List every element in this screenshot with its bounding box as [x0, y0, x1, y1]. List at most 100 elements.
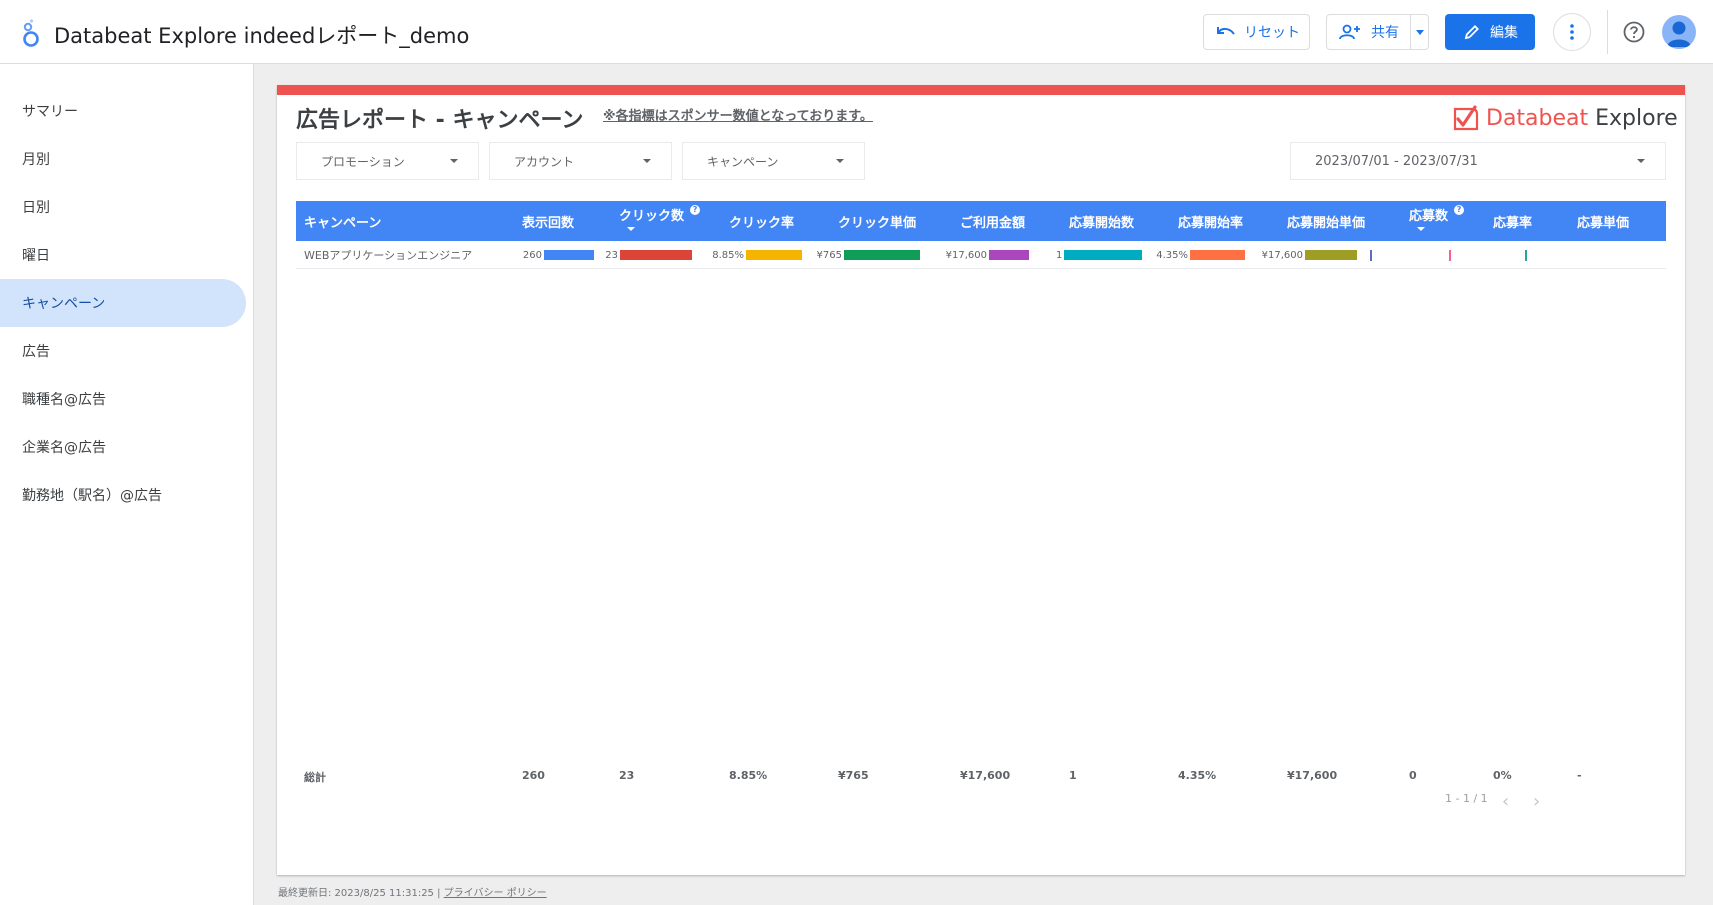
apply-rate-bar — [1449, 250, 1451, 261]
cell-value: 260 — [522, 249, 542, 261]
total-applications: 0 — [1409, 769, 1417, 782]
apply-starts-bar — [1064, 250, 1142, 260]
total-cost: ¥17,600 — [960, 769, 1011, 782]
top-bar: Databeat Explore indeedレポート_demo リセット 共有… — [0, 0, 1713, 64]
column-header-label: 表示回数 — [522, 215, 575, 231]
column-header-label: 応募数 — [1409, 209, 1449, 224]
header-divider — [1607, 10, 1608, 54]
nav-item-company-ad[interactable]: 企業名@広告 — [0, 423, 246, 471]
sort-desc-icon — [1417, 227, 1425, 231]
nav-item-label: サマリー — [22, 104, 78, 120]
cpc-cell: ¥765 — [816, 241, 920, 269]
help-icon[interactable] — [1623, 21, 1645, 43]
account-filter-label: アカウント — [514, 154, 575, 169]
total-apply-cpa: - — [1577, 769, 1582, 782]
cpc-bar — [844, 250, 920, 260]
brand-name-part2: Explore — [1595, 105, 1678, 131]
column-header-cost[interactable]: ご利用金額 — [960, 201, 1025, 241]
edit-button[interactable]: 編集 — [1445, 14, 1535, 50]
campaign-name: WEBアプリケーションエンジニア — [304, 249, 473, 262]
column-header-label: キャンペーン — [304, 215, 382, 231]
page-navigation: サマリー 月別 日別 曜日 キャンペーン 広告 職種名@広告 企業名@広告 勤務… — [0, 64, 254, 905]
more-options-button[interactable] — [1553, 13, 1591, 51]
nav-item-ad[interactable]: 広告 — [0, 327, 246, 375]
brand-logo: Databeat Explore — [1452, 103, 1678, 133]
reset-button[interactable]: リセット — [1203, 14, 1310, 50]
column-header-label: 応募単価 — [1577, 215, 1630, 231]
caret-down-icon — [450, 159, 458, 163]
table-header: キャンペーン 表示回数 クリック数? クリック率 クリック単価 ご利用金額 応募… — [296, 201, 1666, 241]
cell-value: ¥17,600 — [1261, 249, 1303, 261]
share-dropdown-button[interactable] — [1410, 14, 1429, 50]
column-header-label: 応募開始単価 — [1287, 215, 1366, 231]
totals-label: 総計 — [304, 771, 326, 784]
brand-name-part1: Databeat — [1486, 105, 1589, 131]
looker-studio-logo-icon[interactable] — [20, 18, 42, 48]
nav-item-monthly[interactable]: 月別 — [0, 135, 246, 183]
account-filter[interactable]: アカウント — [489, 142, 672, 180]
total-cpc: ¥765 — [838, 769, 869, 782]
column-header-applications[interactable]: 応募数? — [1409, 201, 1465, 241]
column-header-apply-starts[interactable]: 応募開始数 — [1069, 201, 1134, 241]
nav-item-campaign[interactable]: キャンペーン — [0, 279, 246, 327]
clicks-cell: 23 — [601, 241, 692, 269]
date-range-picker[interactable]: 2023/07/01 - 2023/07/31 — [1290, 142, 1666, 180]
column-header-apply-start-rate[interactable]: 応募開始率 — [1178, 201, 1243, 241]
nav-item-location-ad[interactable]: 勤務地（駅名）@広告 — [0, 471, 246, 519]
info-icon[interactable]: ? — [690, 205, 701, 215]
column-header-apply-rate[interactable]: 応募率 — [1493, 201, 1532, 241]
nav-item-label: 月別 — [22, 152, 50, 168]
apply-start-cpa-cell: ¥17,600 — [1256, 241, 1357, 269]
cell-value: 8.85% — [712, 249, 744, 261]
column-header-clicks[interactable]: クリック数? — [619, 201, 701, 241]
more-vert-icon — [1570, 24, 1574, 40]
column-header-cpc[interactable]: クリック単価 — [838, 201, 916, 241]
account-avatar[interactable] — [1662, 15, 1696, 49]
page-title: 広告レポート - キャンペーン — [296, 108, 584, 133]
column-header-apply-start-cpa[interactable]: 応募開始単価 — [1287, 201, 1365, 241]
date-range-value: 2023/07/01 - 2023/07/31 — [1315, 153, 1478, 169]
promotion-filter-label: プロモーション — [321, 154, 405, 169]
share-label: 共有 — [1371, 25, 1399, 41]
apply-start-rate-cell: 4.35% — [1156, 241, 1245, 269]
column-header-impressions[interactable]: 表示回数 — [522, 201, 574, 241]
table-row[interactable]: WEBアプリケーションエンジニア 260 23 8.85% ¥765 ¥17,6… — [296, 241, 1666, 269]
add-person-icon — [1339, 24, 1360, 40]
column-header-ctr[interactable]: クリック率 — [729, 201, 794, 241]
total-apply-start-cpa: ¥17,600 — [1287, 769, 1338, 782]
ctr-bar — [746, 250, 802, 260]
nav-item-job-title-ad[interactable]: 職種名@広告 — [0, 375, 246, 423]
privacy-policy-link[interactable]: プライバシー ポリシー — [444, 888, 547, 899]
sort-desc-icon — [627, 227, 635, 231]
column-header-label: クリック単価 — [838, 215, 917, 231]
campaign-filter-label: キャンペーン — [707, 154, 779, 169]
nav-item-label: 職種名@広告 — [22, 392, 106, 408]
campaign-filter[interactable]: キャンペーン — [682, 142, 865, 180]
cell-value: ¥17,600 — [945, 249, 987, 261]
column-header-campaign[interactable]: キャンペーン — [304, 201, 381, 241]
cost-cell: ¥17,600 — [928, 241, 1029, 269]
nav-item-label: 企業名@広告 — [22, 440, 106, 456]
nav-item-daily[interactable]: 日別 — [0, 183, 246, 231]
total-clicks: 23 — [619, 769, 635, 782]
databeat-logo-icon — [1453, 105, 1479, 131]
metrics-note: ※各指標はスポンサー数値となっております。 — [603, 109, 873, 124]
apply-cpa-bar — [1525, 250, 1527, 261]
report-name[interactable]: Databeat Explore indeedレポート_demo — [54, 20, 469, 50]
column-header-label: クリック率 — [729, 215, 795, 231]
nav-item-label: 日別 — [22, 200, 50, 216]
total-apply-starts: 1 — [1069, 769, 1077, 782]
report-page: 広告レポート - キャンペーン ※各指標はスポンサー数値となっております。 Da… — [277, 85, 1685, 875]
next-page-icon[interactable]: › — [1533, 791, 1540, 812]
cell-value: 1 — [1056, 249, 1063, 261]
column-header-apply-cpa[interactable]: 応募単価 — [1577, 201, 1629, 241]
share-button[interactable]: 共有 — [1326, 14, 1411, 50]
nav-item-summary[interactable]: サマリー — [0, 87, 246, 135]
info-icon[interactable]: ? — [1454, 205, 1465, 215]
nav-item-label: 勤務地（駅名）@広告 — [22, 488, 162, 504]
report-canvas: 広告レポート - キャンペーン ※各指標はスポンサー数値となっております。 Da… — [254, 64, 1713, 905]
promotion-filter[interactable]: プロモーション — [296, 142, 479, 180]
caret-down-icon — [836, 159, 844, 163]
nav-item-weekday[interactable]: 曜日 — [0, 231, 246, 279]
prev-page-icon[interactable]: ‹ — [1502, 791, 1509, 812]
